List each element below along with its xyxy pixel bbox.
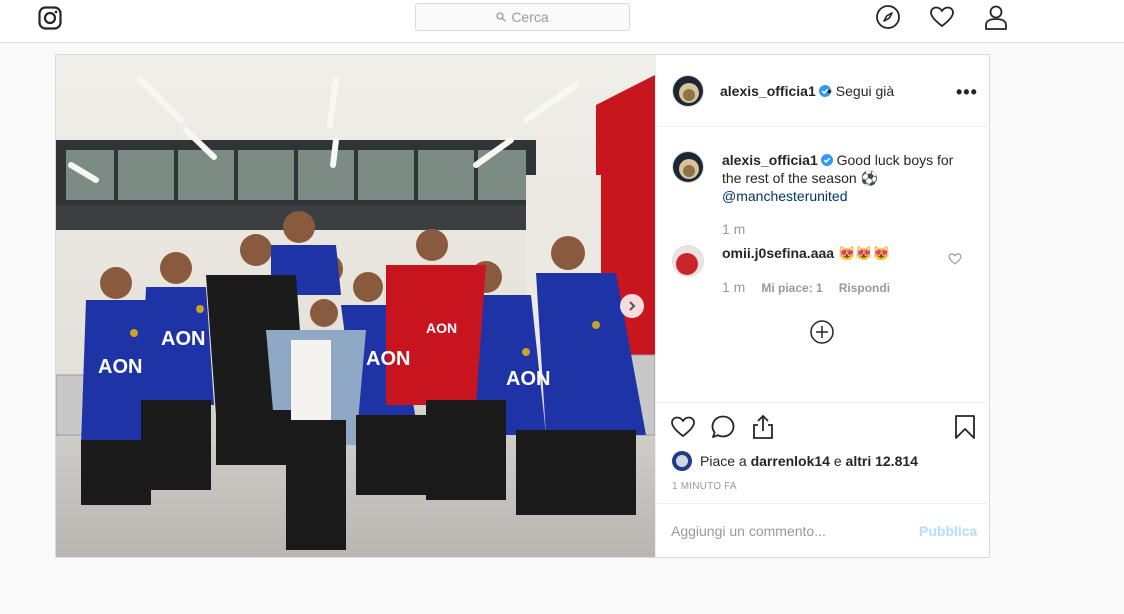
add-comment-input[interactable] (671, 520, 901, 542)
caption-time[interactable]: 1 m (722, 221, 745, 237)
compass-icon[interactable] (875, 4, 901, 30)
post-card: AON AON AON AON AON alexis_officia1 • Segu… (55, 54, 990, 558)
post-photo[interactable]: AON AON AON AON AON (56, 55, 655, 557)
share-icon[interactable] (750, 414, 776, 440)
author-username[interactable]: alexis_officia1 (720, 83, 831, 99)
post-actions: Piace a darrenlok14 e altri 12.814 1 MIN… (656, 402, 990, 557)
user-icon[interactable] (983, 4, 1009, 30)
svg-text:AON: AON (98, 356, 142, 378)
top-navigation-bar: Cerca (0, 0, 1124, 43)
instagram-logo-icon[interactable] (38, 6, 62, 30)
svg-text:AON: AON (161, 328, 205, 350)
post-side-panel: alexis_officia1 • Segui già ••• alexis_o… (655, 55, 990, 557)
like-heart-icon[interactable] (670, 414, 696, 440)
bookmark-icon[interactable] (952, 414, 978, 440)
svg-text:AON: AON (506, 368, 550, 390)
comment-avatar[interactable] (672, 245, 704, 277)
caption-username[interactable]: alexis_officia1 (722, 152, 818, 168)
follow-status[interactable]: • Segui già (827, 83, 894, 99)
likes-summary: Piace a darrenlok14 e altri 12.814 (672, 451, 918, 471)
search-placeholder: Cerca (511, 9, 549, 25)
post-header: alexis_officia1 • Segui già ••• (656, 55, 990, 127)
more-dots-icon[interactable]: ••• (956, 82, 978, 103)
comment-likes-count[interactable]: Mi piace: 1 (761, 281, 822, 295)
svg-text:AON: AON (366, 348, 410, 370)
post-timestamp[interactable]: 1 MINUTO FA (672, 481, 737, 492)
comment-reply-button[interactable]: Rispondi (839, 281, 890, 295)
publish-button[interactable]: Pubblica (919, 523, 977, 539)
comment-text: 😻😻😻 (837, 245, 891, 261)
comment-bubble-icon[interactable] (710, 414, 736, 440)
comment-item: omii.j0sefina.aaa 😻😻😻 (722, 245, 890, 262)
verified-badge-icon (820, 152, 833, 166)
comment-time[interactable]: 1 m (722, 279, 745, 295)
comment-meta: 1 m Mi piace: 1 Rispondi (722, 279, 890, 295)
comment-username[interactable]: omii.j0sefina.aaa (722, 245, 834, 261)
author-avatar[interactable] (672, 75, 704, 107)
search-input[interactable]: Cerca (415, 3, 630, 31)
likes-text[interactable]: Piace a darrenlok14 e altri 12.814 (700, 453, 918, 469)
add-comment-section: Pubblica (656, 503, 990, 558)
post-caption: alexis_officia1 Good luck boys for the r… (722, 151, 972, 205)
caption-mention-link[interactable]: @manchesterunited (722, 187, 972, 205)
liker-avatar[interactable] (672, 451, 692, 471)
comment-like-heart-icon[interactable] (948, 252, 962, 266)
svg-text:AON: AON (426, 320, 457, 336)
search-icon (496, 12, 507, 22)
chevron-right-icon (629, 301, 636, 311)
load-more-comments-plus-icon[interactable] (810, 320, 834, 344)
next-photo-button[interactable] (620, 294, 644, 318)
caption-avatar[interactable] (672, 151, 704, 183)
heart-icon[interactable] (929, 4, 955, 30)
